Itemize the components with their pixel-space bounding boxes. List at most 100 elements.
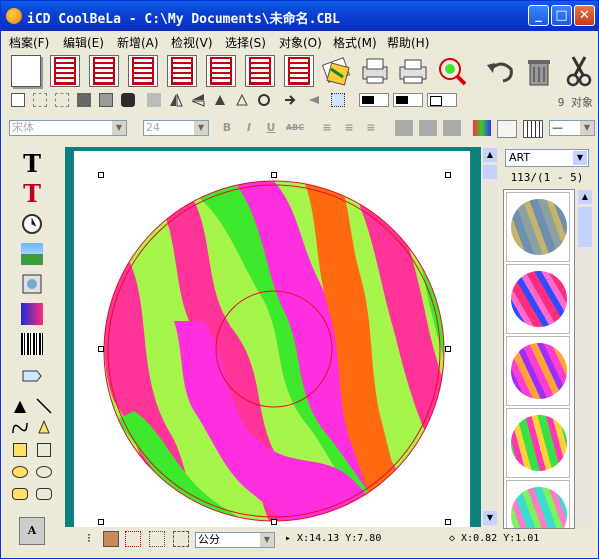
italic-button[interactable]: I	[241, 120, 257, 136]
align-icon[interactable]	[331, 93, 345, 107]
label-format-1-button[interactable]	[50, 55, 80, 87]
selection-handle-n[interactable]	[271, 172, 277, 178]
guide-toggle-icon[interactable]	[173, 531, 189, 547]
flip-vertical-icon[interactable]	[191, 93, 205, 107]
line-tool-icon[interactable]	[33, 395, 55, 417]
selection-handle-nw[interactable]	[98, 172, 104, 178]
layer-icon[interactable]	[121, 93, 135, 107]
menu-format[interactable]: 格式(M)	[333, 34, 377, 51]
menu-edit[interactable]: 编辑(E)	[63, 34, 104, 51]
label-format-7-button[interactable]	[284, 55, 314, 87]
background-color-picker[interactable]	[427, 93, 457, 107]
unit-select[interactable]: 公分 ▼	[195, 532, 275, 548]
barcode-tool-icon[interactable]	[21, 333, 43, 355]
menu-add[interactable]: 新增(A)	[117, 34, 159, 51]
import-icon[interactable]	[321, 55, 351, 87]
menu-view[interactable]: 检视(V)	[171, 34, 213, 51]
underline-button[interactable]: U	[263, 120, 279, 136]
rectangle-fill-tool-icon[interactable]	[9, 439, 31, 461]
fill-color-picker[interactable]	[393, 93, 423, 107]
menu-file[interactable]: 档案(F)	[9, 34, 49, 51]
send-back-icon[interactable]	[99, 93, 113, 107]
image-tool-icon[interactable]	[21, 243, 43, 265]
thumbnail-scrollbar[interactable]: ▲	[577, 189, 593, 527]
menu-select[interactable]: 选择(S)	[225, 34, 266, 51]
minimize-button[interactable]: _	[528, 5, 549, 26]
canvas-vertical-scrollbar[interactable]: ▲ ▼	[482, 147, 498, 527]
align-center-icon[interactable]: ≡	[341, 120, 357, 136]
design-thumbnail[interactable]	[506, 408, 570, 478]
pen-tool-icon[interactable]	[33, 417, 55, 439]
label-format-6-button[interactable]	[245, 55, 275, 87]
rounded-rect-tool-icon[interactable]	[33, 483, 55, 505]
select-tool-icon[interactable]: ▲	[9, 395, 31, 417]
design-category-select[interactable]: ART ▼	[505, 149, 589, 167]
line-color-picker[interactable]	[359, 93, 389, 107]
design-thumbnail[interactable]	[506, 192, 570, 262]
background-image-icon[interactable]	[103, 531, 119, 547]
group-icon[interactable]	[33, 93, 47, 107]
font-size-combo[interactable]: 24 ▼	[143, 120, 209, 136]
rotate-right-icon[interactable]	[235, 93, 249, 107]
selection-handle-se[interactable]	[445, 519, 451, 525]
design-canvas[interactable]	[65, 147, 481, 527]
font-name-combo[interactable]: 宋体 ▼	[9, 120, 127, 136]
menu-object[interactable]: 对象(O)	[279, 34, 322, 51]
art-text-tool-icon[interactable]: T	[21, 182, 43, 206]
selection-handle-s[interactable]	[271, 519, 277, 525]
page-icon[interactable]	[11, 93, 25, 107]
shadow-icon[interactable]	[147, 93, 161, 107]
label-format-3-button[interactable]	[128, 55, 158, 87]
scroll-thumb[interactable]	[483, 165, 497, 179]
circle-text-tool-icon[interactable]	[21, 213, 43, 235]
design-thumbnail[interactable]	[506, 480, 570, 528]
flip-horizontal-icon[interactable]	[169, 93, 183, 107]
shape-tool-icon[interactable]	[21, 365, 43, 387]
scroll-up-icon[interactable]: ▲	[578, 190, 592, 204]
ellipse-fill-tool-icon[interactable]	[9, 461, 31, 483]
undo-icon[interactable]	[485, 55, 515, 87]
scroll-up-icon[interactable]: ▲	[483, 148, 497, 162]
edit-icon[interactable]	[497, 120, 517, 138]
print-setup-icon[interactable]	[359, 55, 389, 87]
text-effect-2-icon[interactable]	[419, 120, 437, 136]
strikethrough-button[interactable]: ABC	[285, 120, 305, 136]
align-right-icon[interactable]: ≡	[363, 120, 379, 136]
scroll-thumb[interactable]	[578, 207, 592, 247]
trash-icon[interactable]	[523, 55, 553, 87]
selection-handle-w[interactable]	[98, 346, 104, 352]
align-left-icon[interactable]: ≡	[319, 120, 335, 136]
ellipse-tool-icon[interactable]	[33, 461, 55, 483]
label-format-2-button[interactable]	[89, 55, 119, 87]
menu-help[interactable]: 帮助(H)	[387, 34, 429, 51]
move-icon[interactable]	[307, 93, 321, 107]
bold-button[interactable]: B	[219, 120, 235, 136]
label-format-5-button[interactable]	[206, 55, 236, 87]
new-document-button[interactable]	[11, 55, 41, 87]
selection-handle-sw[interactable]	[98, 519, 104, 525]
label-format-4-button[interactable]	[167, 55, 197, 87]
line-style-combo[interactable]: — ▼	[549, 120, 595, 136]
text-tool-icon[interactable]: T	[21, 152, 43, 176]
bring-front-icon[interactable]	[77, 93, 91, 107]
close-button[interactable]: ✕	[574, 5, 595, 26]
zoom-search-icon[interactable]	[436, 55, 467, 87]
snap-grid-icon[interactable]	[149, 531, 165, 547]
color-palette-icon[interactable]	[473, 120, 491, 136]
grid-toggle-icon[interactable]	[125, 531, 141, 547]
text-effect-1-icon[interactable]	[395, 120, 413, 136]
ruler-toggle-icon[interactable]: ⁝	[81, 531, 97, 547]
text-frame-tool-icon[interactable]: A	[19, 517, 45, 545]
selection-handle-ne[interactable]	[445, 172, 451, 178]
gradient-tool-icon[interactable]	[21, 303, 43, 325]
maximize-button[interactable]: □	[551, 5, 572, 26]
scroll-down-icon[interactable]: ▼	[483, 511, 497, 525]
arrow-icon[interactable]	[283, 93, 297, 107]
rounded-rect-fill-tool-icon[interactable]	[9, 483, 31, 505]
print-icon[interactable]	[397, 55, 427, 87]
cut-icon[interactable]	[563, 55, 593, 87]
text-effect-3-icon[interactable]	[443, 120, 461, 136]
grid-icon[interactable]	[523, 120, 543, 138]
design-thumbnail[interactable]	[506, 264, 570, 334]
rotate-left-icon[interactable]	[213, 93, 227, 107]
